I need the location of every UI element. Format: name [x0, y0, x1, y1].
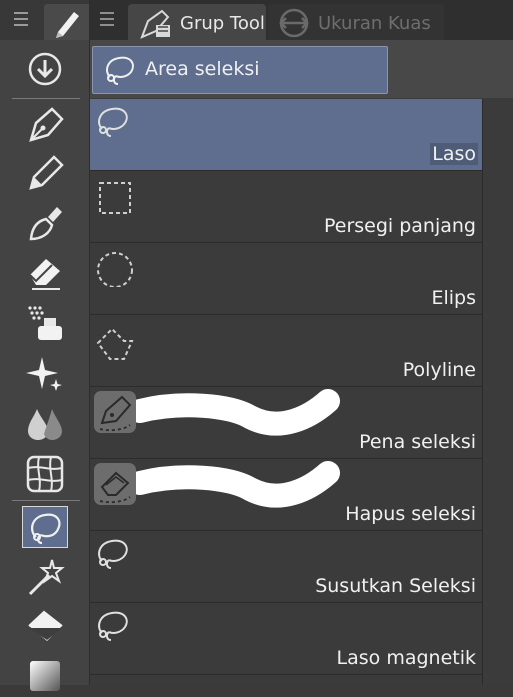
- sub-tool-list: Laso Persegi panjang Elips Polyline Pena…: [90, 99, 483, 685]
- tab-label: Ukuran Kuas: [318, 13, 431, 34]
- tool-group-icon: [140, 9, 170, 39]
- selection-eraser-icon: [94, 463, 136, 505]
- sub-tool-polyline[interactable]: Polyline: [90, 315, 482, 387]
- lasso-icon: [98, 539, 128, 569]
- tab-label: Grup Tool: [180, 13, 265, 34]
- sub-tool-label: Pena seleksi: [359, 431, 476, 453]
- tool-panel: Grup Tool Ukuran Kuas Area seleksi Laso …: [90, 0, 513, 685]
- lasso-icon: [106, 56, 134, 85]
- magic-wand-icon[interactable]: [22, 556, 68, 598]
- tool-palette-header: [0, 0, 89, 40]
- hamburger-menu-icon[interactable]: [0, 0, 40, 40]
- group-item-label: Area seleksi: [145, 58, 260, 80]
- rectangle-marquee-icon: [99, 182, 131, 214]
- polyline-marquee-icon: [96, 327, 134, 360]
- gradient-icon[interactable]: [22, 655, 68, 697]
- sub-tool-rectangle[interactable]: Persegi panjang: [90, 171, 482, 243]
- fill-bucket-icon[interactable]: [22, 606, 68, 648]
- brush-icon[interactable]: [22, 201, 68, 243]
- hamburger-menu-icon[interactable]: [90, 0, 126, 40]
- sparkle-icon[interactable]: [22, 353, 68, 395]
- lasso-selection-icon[interactable]: [22, 506, 68, 548]
- sub-tool-lasso[interactable]: Laso: [90, 99, 482, 171]
- brush-stroke-preview: [130, 389, 340, 436]
- sub-tool-label: Hapus seleksi: [345, 503, 476, 525]
- sub-tool-label: Polyline: [402, 359, 476, 381]
- pen-nib-icon[interactable]: [22, 103, 68, 145]
- blend-drops-icon[interactable]: [22, 403, 68, 445]
- pencil-icon[interactable]: [22, 151, 68, 193]
- eraser-icon[interactable]: [22, 251, 68, 293]
- airbrush-icon[interactable]: [22, 302, 68, 344]
- sub-tool-label: Elips: [431, 287, 476, 309]
- grid-warp-icon[interactable]: [22, 453, 68, 495]
- tab-tool-group[interactable]: Grup Tool: [128, 4, 266, 40]
- selection-pen-icon: [94, 391, 136, 433]
- ellipse-marquee-icon: [97, 252, 133, 287]
- sub-tool-magnetic-lasso[interactable]: Laso magnetik: [90, 603, 482, 675]
- sub-tool-selection-pen[interactable]: Pena seleksi: [90, 387, 482, 459]
- sub-tool-shrink-selection[interactable]: Susutkan Seleksi: [90, 531, 482, 603]
- sub-tool-selection-eraser[interactable]: Hapus seleksi: [90, 459, 482, 531]
- lasso-icon: [98, 611, 128, 641]
- sub-view-icon[interactable]: [22, 48, 68, 90]
- panel-header: Grup Tool Ukuran Kuas: [90, 0, 513, 40]
- pencil-icon[interactable]: [44, 4, 89, 40]
- group-item-selection-area[interactable]: Area seleksi: [92, 46, 388, 94]
- sub-tool-label: Susutkan Seleksi: [315, 575, 476, 597]
- sub-tool-ellipse[interactable]: Elips: [90, 243, 482, 315]
- tool-group-strip: Area seleksi: [90, 40, 513, 98]
- tool-palette: [0, 0, 90, 691]
- tab-brush-size[interactable]: Ukuran Kuas: [268, 4, 444, 40]
- brush-size-icon: [279, 8, 309, 38]
- sub-tool-label: Laso magnetik: [336, 647, 476, 669]
- lasso-icon: [98, 107, 128, 137]
- brush-stroke-preview: [130, 461, 340, 508]
- sub-tool-label: Laso: [430, 143, 478, 165]
- sub-tool-label: Persegi panjang: [323, 215, 476, 237]
